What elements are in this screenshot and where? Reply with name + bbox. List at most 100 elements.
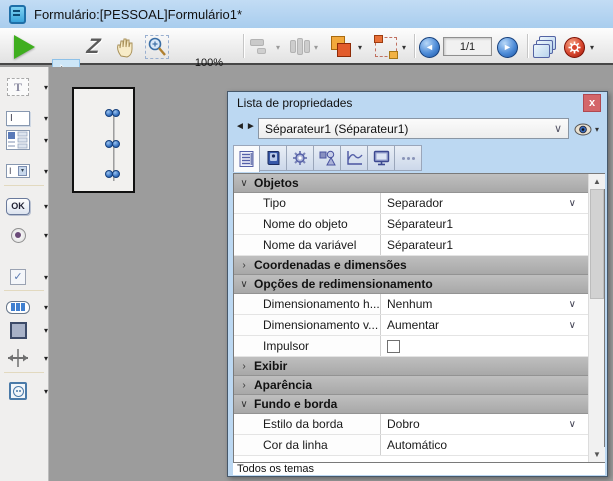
object-selector[interactable]: Séparateur1 (Séparateur1) ∨ [258,118,569,139]
tab-objects[interactable] [314,145,341,171]
shapes-icon [319,150,336,166]
level-tool-button[interactable] [330,33,354,61]
group-label: Objetos [254,176,299,190]
chevron-down-icon[interactable]: ▾ [44,354,48,363]
property-value[interactable]: Séparateur1 [381,235,588,255]
tab-events[interactable] [341,145,368,171]
chevron-down-icon[interactable]: ▾ [44,326,48,335]
value-text: Nenhum [387,297,569,311]
gear-icon [292,150,308,166]
object-prev-next-arrows[interactable]: ◄► [235,121,257,132]
checkbox[interactable] [387,340,400,353]
toolbar-separator [527,34,528,58]
splitter-tool[interactable]: ▾ [6,345,48,371]
chevron-down-icon[interactable]: ▾ [44,303,48,312]
property-group-header[interactable]: ∨Objetos [234,174,588,193]
tab-more[interactable] [395,145,422,171]
rectangle-tool[interactable]: ▾ [6,317,48,343]
eye-icon [574,123,592,136]
next-page-icon: ► [497,37,518,58]
toolbar-separator [414,34,415,58]
previous-page-button[interactable]: ◄ [419,33,440,61]
property-group-header[interactable]: ›Coordenadas e dimensões [234,256,588,275]
view-options-button[interactable]: ▾ [574,120,604,138]
property-value[interactable]: Automático [381,435,588,455]
radio-button-tool[interactable]: ▾ [6,222,48,248]
group-label: Opções de redimensionamento [254,277,433,291]
settings-dropdown[interactable]: ▾ [590,33,594,61]
property-label: Tipo [234,193,381,213]
radio-button-tool-icon [11,228,26,243]
chevron-down-icon[interactable]: ▾ [44,231,48,240]
group-label: Aparência [254,378,312,392]
execute-form-button[interactable] [14,33,35,61]
button-tool[interactable]: OK ▾ [6,193,48,219]
text-tool[interactable]: T ▾ [6,74,48,100]
chevron-down-icon[interactable]: ▾ [44,167,48,176]
tab-display[interactable] [368,145,395,171]
property-value[interactable]: Separador∨ [381,193,588,213]
selection-handle[interactable] [112,170,120,178]
scroll-down-icon[interactable]: ▼ [589,447,605,462]
play-icon [14,35,35,59]
tab-data[interactable] [260,145,287,171]
entry-order-tool-button[interactable]: Z [87,33,100,61]
property-label: Nome da variável [234,235,381,255]
property-label: Dimensionamento h... [234,294,381,314]
window-titlebar: Formulário:[PESSOAL]Formulário1* [0,0,613,28]
chevron-down-icon: ∨ [234,178,254,189]
settings-button[interactable] [564,33,585,61]
gear-icon [564,37,585,58]
align-icon [250,38,272,56]
more-dots-icon [402,157,415,160]
property-row: Nome do objeto Séparateur1 [234,214,588,235]
selection-handle[interactable] [112,140,120,148]
chevron-down-icon[interactable]: ▾ [44,83,48,92]
window-title: Formulário:[PESSOAL]Formulário1* [34,7,242,22]
scroll-up-icon[interactable]: ▲ [589,174,605,189]
vertical-scrollbar[interactable]: ▲ ▼ [588,174,604,462]
level-dropdown[interactable]: ▾ [358,33,362,61]
page-indicator: 1/1 [443,37,492,56]
value-text: Séparateur1 [387,217,576,231]
chevron-down-icon[interactable]: ▾ [44,136,48,145]
align-dropdown: ▾ [276,33,280,61]
scrollbar-thumb[interactable] [590,189,604,299]
toolbar-separator [243,34,244,58]
property-label: Nome do objeto [234,214,381,234]
form-pages-button[interactable] [533,33,559,61]
property-group-header[interactable]: ›Aparência [234,376,588,395]
chevron-down-icon: ∨ [569,320,576,331]
close-icon[interactable]: x [583,94,601,112]
chevron-down-icon[interactable]: ▾ [44,387,48,396]
chevron-down-icon[interactable]: ▾ [44,114,48,123]
tab-list[interactable] [233,145,260,172]
property-value[interactable]: Séparateur1 [381,214,588,234]
object-selector-value: Séparateur1 (Séparateur1) [265,122,554,136]
plugin-area-tool[interactable]: ▾ [6,378,48,404]
tab-settings[interactable] [287,145,314,171]
checkbox-tool[interactable]: ✓ ▾ [6,264,48,290]
property-group-header[interactable]: ›Exibir [234,357,588,376]
list-box-tool[interactable]: ▾ [6,127,48,153]
group-tool-button[interactable] [375,33,397,61]
property-group-header[interactable]: ∨Opções de redimensionamento [234,275,588,294]
value-text: Separador [387,196,569,210]
chevron-down-icon: ▾ [595,125,599,134]
zoom-tool-button[interactable] [145,33,169,61]
chevron-down-icon[interactable]: ▾ [44,273,48,282]
form-page[interactable] [72,87,135,193]
chevron-down-icon[interactable]: ▾ [44,202,48,211]
combo-box-tool[interactable]: I▾ ▾ [6,158,48,184]
property-value[interactable]: Dobro∨ [381,414,588,434]
move-tool-button[interactable] [115,33,137,61]
property-value[interactable]: Nenhum∨ [381,294,588,314]
property-value[interactable] [381,336,588,356]
property-value[interactable]: Aumentar∨ [381,315,588,335]
next-page-button[interactable]: ► [497,33,518,61]
property-row: Impulsor [234,336,588,357]
property-group-header[interactable]: ∨Fundo e borda [234,395,588,414]
value-text: Dobro [387,417,569,431]
selection-handle[interactable] [112,109,120,117]
group-dropdown[interactable]: ▾ [402,33,406,61]
